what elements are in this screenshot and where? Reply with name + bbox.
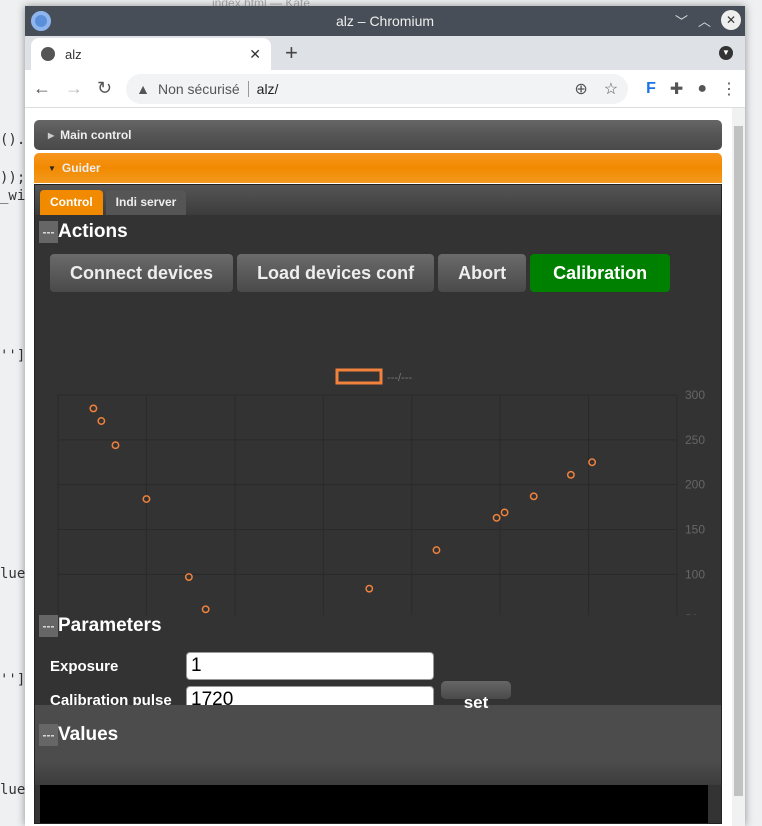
data-point xyxy=(492,513,501,522)
connect-devices-button[interactable]: Connect devices xyxy=(49,253,235,293)
maximize-icon[interactable]: ︿ xyxy=(698,11,711,30)
background-code: (). xyxy=(0,132,26,148)
background-code: )); xyxy=(0,170,26,186)
values-toggle[interactable]: --- xyxy=(39,724,58,746)
accordion-label: Main control xyxy=(60,128,132,142)
background-code: lue xyxy=(0,782,26,798)
set-button-label[interactable]: set xyxy=(441,693,511,713)
zoom-icon[interactable]: ⊕ xyxy=(574,79,587,99)
parameters-title: Parameters xyxy=(58,615,162,636)
menu-kebab-icon[interactable]: ⋮ xyxy=(721,79,737,99)
caret-right-icon: ▶ xyxy=(48,130,55,140)
values-section: --- Values xyxy=(35,705,721,785)
legend-label: ---/--- xyxy=(387,372,412,384)
legend-swatch xyxy=(335,368,383,385)
values-display xyxy=(40,785,708,823)
reload-icon[interactable]: ↻ xyxy=(97,78,112,99)
background-code: ''] xyxy=(0,348,26,364)
warning-icon: ▲ xyxy=(136,80,150,97)
values-title: Values xyxy=(58,724,119,745)
background-code: ''] xyxy=(0,672,26,688)
extensions-puzzle-icon[interactable]: ✚ xyxy=(670,79,683,99)
load-devices-conf-button[interactable]: Load devices conf xyxy=(236,253,436,293)
y-tick-label: 150 xyxy=(685,523,705,537)
parameters-header: --- Parameters xyxy=(35,613,721,639)
data-point xyxy=(97,417,106,425)
background-code: _wi xyxy=(0,188,26,204)
profile-avatar-icon[interactable]: ● xyxy=(697,80,707,98)
tab-title: alz xyxy=(65,46,82,62)
data-point xyxy=(432,546,441,555)
accordion-main-control[interactable]: ▶ Main control xyxy=(34,120,722,150)
data-point xyxy=(500,508,509,517)
data-point xyxy=(111,441,120,450)
caret-down-icon: ▼ xyxy=(48,163,56,173)
globe-icon xyxy=(41,47,55,61)
address-bar[interactable]: ▲ Non sécurisé alz/ ⊕ ☆ xyxy=(126,73,629,104)
browser-tab[interactable]: alz ✕ xyxy=(31,38,271,70)
close-window-icon[interactable]: ✕ xyxy=(721,10,741,30)
chromium-logo-icon xyxy=(31,11,51,31)
scrollbar-thumb[interactable] xyxy=(734,126,743,796)
actions-toggle[interactable]: --- xyxy=(39,221,58,243)
data-point xyxy=(529,492,538,501)
bookmark-star-icon[interactable]: ☆ xyxy=(604,79,618,99)
tab-search-icon[interactable]: ▼ xyxy=(719,46,733,60)
close-tab-icon[interactable]: ✕ xyxy=(249,46,261,63)
parameters-section: --- Parameters Exposure Calibration puls… xyxy=(35,613,721,717)
tab-bar: Control Indi server xyxy=(35,185,721,215)
data-point xyxy=(89,404,98,413)
url-text[interactable]: alz/ xyxy=(257,81,279,97)
minimize-icon[interactable]: ﹀ xyxy=(675,11,688,30)
y-tick-label: 300 xyxy=(685,388,705,402)
accordion-guider[interactable]: ▼ Guider xyxy=(34,153,722,183)
actions-header: --- Actions xyxy=(35,219,721,245)
parameters-toggle[interactable]: --- xyxy=(39,615,58,637)
y-tick-label: 250 xyxy=(685,433,705,447)
data-point xyxy=(201,605,210,614)
values-header: --- Values xyxy=(35,722,721,748)
tab-indi-server[interactable]: Indi server xyxy=(105,190,187,215)
browser-window: alz – Chromium ﹀ ︿ ✕ alz ✕ + ▼ ← → ↻ ▲ N… xyxy=(25,6,745,826)
data-point xyxy=(588,458,597,467)
forward-icon[interactable]: → xyxy=(65,78,83,99)
new-tab-icon[interactable]: + xyxy=(285,40,298,66)
page-content: ▶ Main control ▼ Guider Control Indi ser… xyxy=(26,108,732,826)
guider-panel: Control Indi server --- Actions Connect … xyxy=(34,184,722,824)
actions-buttons: Connect devices Load devices conf Abort … xyxy=(35,245,721,293)
back-icon[interactable]: ← xyxy=(33,78,51,99)
background-code: lue xyxy=(0,566,26,582)
tab-control[interactable]: Control xyxy=(40,190,103,215)
security-label[interactable]: Non sécurisé xyxy=(158,81,240,97)
extension-f-icon[interactable]: F xyxy=(646,80,656,98)
y-tick-label: 200 xyxy=(685,478,705,492)
title-bar: alz – Chromium ﹀ ︿ ✕ xyxy=(25,6,745,36)
data-point xyxy=(566,470,575,479)
calibration-button[interactable]: Calibration xyxy=(529,253,672,293)
data-point xyxy=(365,584,374,593)
exposure-label: Exposure xyxy=(50,657,119,675)
calibration-scatter-chart: ---/----200-1000100200300400500050100150… xyxy=(57,368,705,615)
abort-button[interactable]: Abort xyxy=(437,253,528,293)
browser-toolbar: ← → ↻ ▲ Non sécurisé alz/ ⊕ ☆ F ✚ ● ⋮ xyxy=(25,70,745,108)
tab-strip: alz ✕ + ▼ xyxy=(25,36,745,70)
window-title: alz – Chromium xyxy=(335,13,435,29)
actions-title: Actions xyxy=(58,221,128,242)
accordion-label: Guider xyxy=(61,161,101,175)
y-tick-label: 100 xyxy=(685,567,705,581)
scrollbar[interactable] xyxy=(732,108,745,826)
exposure-input[interactable] xyxy=(186,652,434,680)
